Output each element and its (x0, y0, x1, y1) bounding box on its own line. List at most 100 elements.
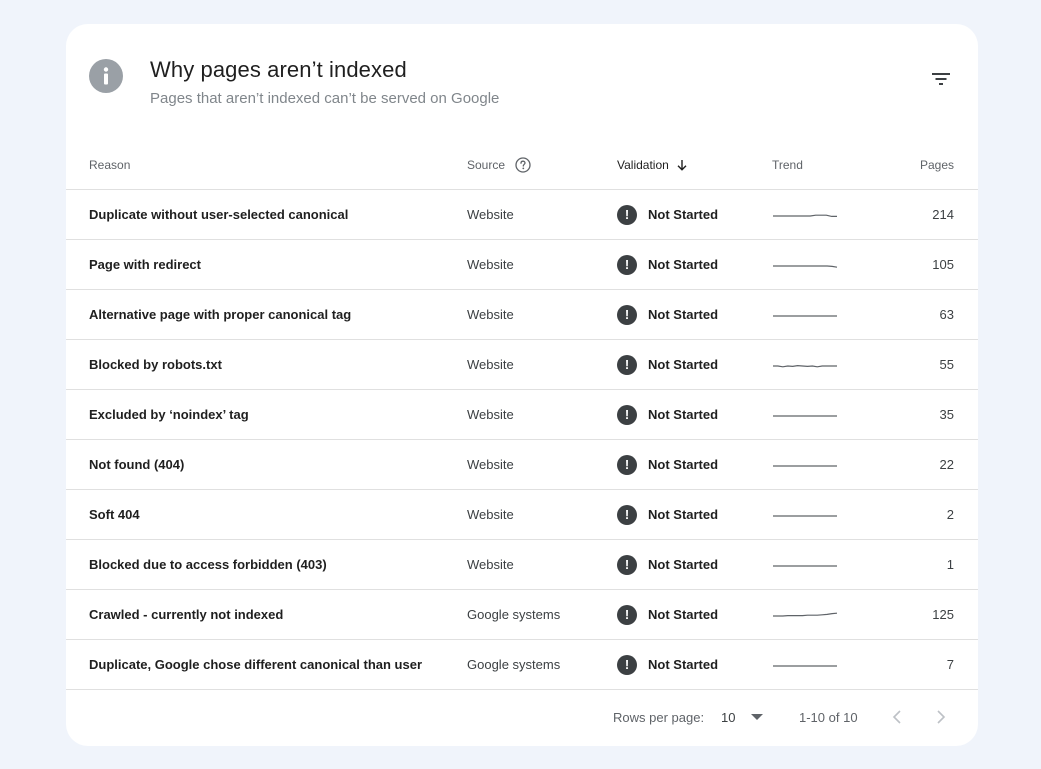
table-row[interactable]: Blocked due to access forbidden (403) Web… (66, 540, 978, 590)
table-row[interactable]: Not found (404) Website! Not Started 22 (66, 440, 978, 490)
row-pages: 7 (946, 657, 954, 672)
filter-button[interactable] (928, 67, 954, 91)
row-reason: Duplicate without user-selected canonica… (89, 207, 349, 222)
row-validation-label: Not Started (648, 507, 719, 522)
table-row[interactable]: Crawled - currently not indexed Google sy… (66, 590, 978, 640)
indexing-report-card: Why pages aren’t indexed Pages that aren… (66, 24, 978, 746)
row-validation: ! Not Started (617, 190, 718, 239)
chevron-left-icon (892, 710, 901, 724)
row-validation: ! Not Started (617, 540, 718, 589)
exclamation-icon: ! (617, 604, 637, 625)
next-page-button[interactable] (936, 692, 946, 742)
row-trend-sparkline (772, 340, 838, 389)
previous-page-button[interactable] (892, 692, 902, 742)
column-header-pages[interactable]: Pages (920, 140, 954, 189)
table-row[interactable]: Excluded by ‘noindex’ tag Website! Not Sta… (66, 390, 978, 440)
row-validation: ! Not Started (617, 340, 718, 389)
row-pages: 22 (939, 457, 954, 472)
column-header-trend[interactable]: Trend (772, 140, 803, 189)
row-validation-label: Not Started (648, 407, 719, 422)
row-reason: Page with redirect (89, 257, 201, 272)
column-header-source[interactable]: Source (467, 140, 531, 189)
row-validation: ! Not Started (617, 440, 718, 489)
row-pages: 63 (939, 307, 954, 322)
rows-per-page-value: 10 (721, 709, 736, 725)
table-row[interactable]: Duplicate, Google chose different canoni… (66, 640, 978, 690)
exclamation-icon: ! (617, 554, 637, 575)
row-validation-label: Not Started (648, 557, 719, 572)
arrow-down-icon (676, 159, 688, 171)
chevron-right-icon (937, 710, 946, 724)
row-source: Google systems (467, 607, 561, 622)
row-validation: ! Not Started (617, 290, 718, 339)
help-icon[interactable] (515, 156, 531, 173)
row-source: Website (467, 407, 514, 422)
table-row[interactable]: Duplicate without user-selected canonica… (66, 190, 978, 240)
row-validation-label: Not Started (648, 607, 719, 622)
row-pages: 105 (932, 257, 954, 272)
row-source: Google systems (467, 657, 561, 672)
row-validation-label: Not Started (648, 207, 719, 222)
row-trend-sparkline (772, 240, 838, 289)
row-validation-label: Not Started (648, 657, 719, 672)
card-subtitle: Pages that aren’t indexed can’t be serve… (150, 90, 500, 107)
exclamation-icon: ! (617, 404, 637, 425)
pagination: Rows per page: 10 1-10 of 10 (66, 692, 978, 742)
exclamation-icon: ! (617, 504, 637, 525)
row-validation: ! Not Started (617, 490, 718, 539)
row-reason: Excluded by ‘noindex’ tag (89, 407, 249, 422)
row-reason: Blocked due to access forbidden (403) (89, 557, 327, 572)
table-body: Duplicate without user-selected canonica… (66, 190, 978, 690)
caret-down-icon (751, 714, 764, 720)
rows-per-page-select[interactable]: 10 (721, 692, 764, 742)
exclamation-icon: ! (617, 354, 637, 375)
table-row[interactable]: Alternative page with proper canonical t… (66, 290, 978, 340)
trend-line (773, 612, 838, 617)
card-title: Why pages aren’t indexed (150, 57, 407, 82)
row-trend-sparkline (772, 640, 838, 689)
row-reason: Not found (404) (89, 457, 185, 472)
info-icon (89, 59, 123, 93)
row-trend-sparkline (772, 190, 838, 239)
row-reason: Duplicate, Google chose different canoni… (89, 657, 423, 672)
row-validation-label: Not Started (648, 457, 719, 472)
row-pages: 1 (946, 557, 954, 572)
row-validation: ! Not Started (617, 640, 718, 689)
trend-line (773, 364, 837, 367)
row-source: Website (467, 557, 514, 572)
row-source: Website (467, 207, 514, 222)
row-reason: Crawled - currently not indexed (89, 607, 284, 622)
column-header-validation-label: Validation (617, 157, 669, 172)
row-trend-sparkline (772, 290, 838, 339)
page-range: 1-10 of 10 (799, 709, 858, 725)
exclamation-icon: ! (617, 304, 637, 325)
exclamation-icon: ! (617, 254, 637, 275)
row-pages: 214 (932, 207, 954, 222)
row-source: Website (467, 257, 514, 272)
row-source: Website (467, 307, 514, 322)
trend-line (773, 214, 837, 217)
table-row[interactable]: Soft 404 Website! Not Started 2 (66, 490, 978, 540)
row-trend-sparkline (772, 440, 838, 489)
table-row[interactable]: Blocked by robots.txt Website! Not Started… (66, 340, 978, 390)
row-source: Website (467, 507, 514, 522)
row-pages: 2 (946, 507, 954, 522)
exclamation-icon: ! (617, 454, 637, 475)
row-trend-sparkline (772, 390, 838, 439)
table-header: Reason Source Validation Trend Pages (66, 140, 978, 190)
exclamation-icon: ! (617, 204, 637, 225)
row-pages: 55 (939, 357, 954, 372)
column-header-source-label: Source (467, 157, 506, 172)
row-validation-label: Not Started (648, 357, 719, 372)
rows-per-page-label: Rows per page: (613, 709, 705, 725)
row-source: Website (467, 457, 514, 472)
column-header-reason[interactable]: Reason (89, 140, 130, 189)
row-reason: Blocked by robots.txt (89, 357, 222, 372)
row-validation-label: Not Started (648, 307, 719, 322)
row-source: Website (467, 357, 514, 372)
exclamation-icon: ! (617, 654, 637, 675)
row-validation: ! Not Started (617, 390, 718, 439)
column-header-validation[interactable]: Validation (617, 140, 688, 189)
row-validation: ! Not Started (617, 590, 718, 639)
table-row[interactable]: Page with redirect Website! Not Started 105 (66, 240, 978, 290)
